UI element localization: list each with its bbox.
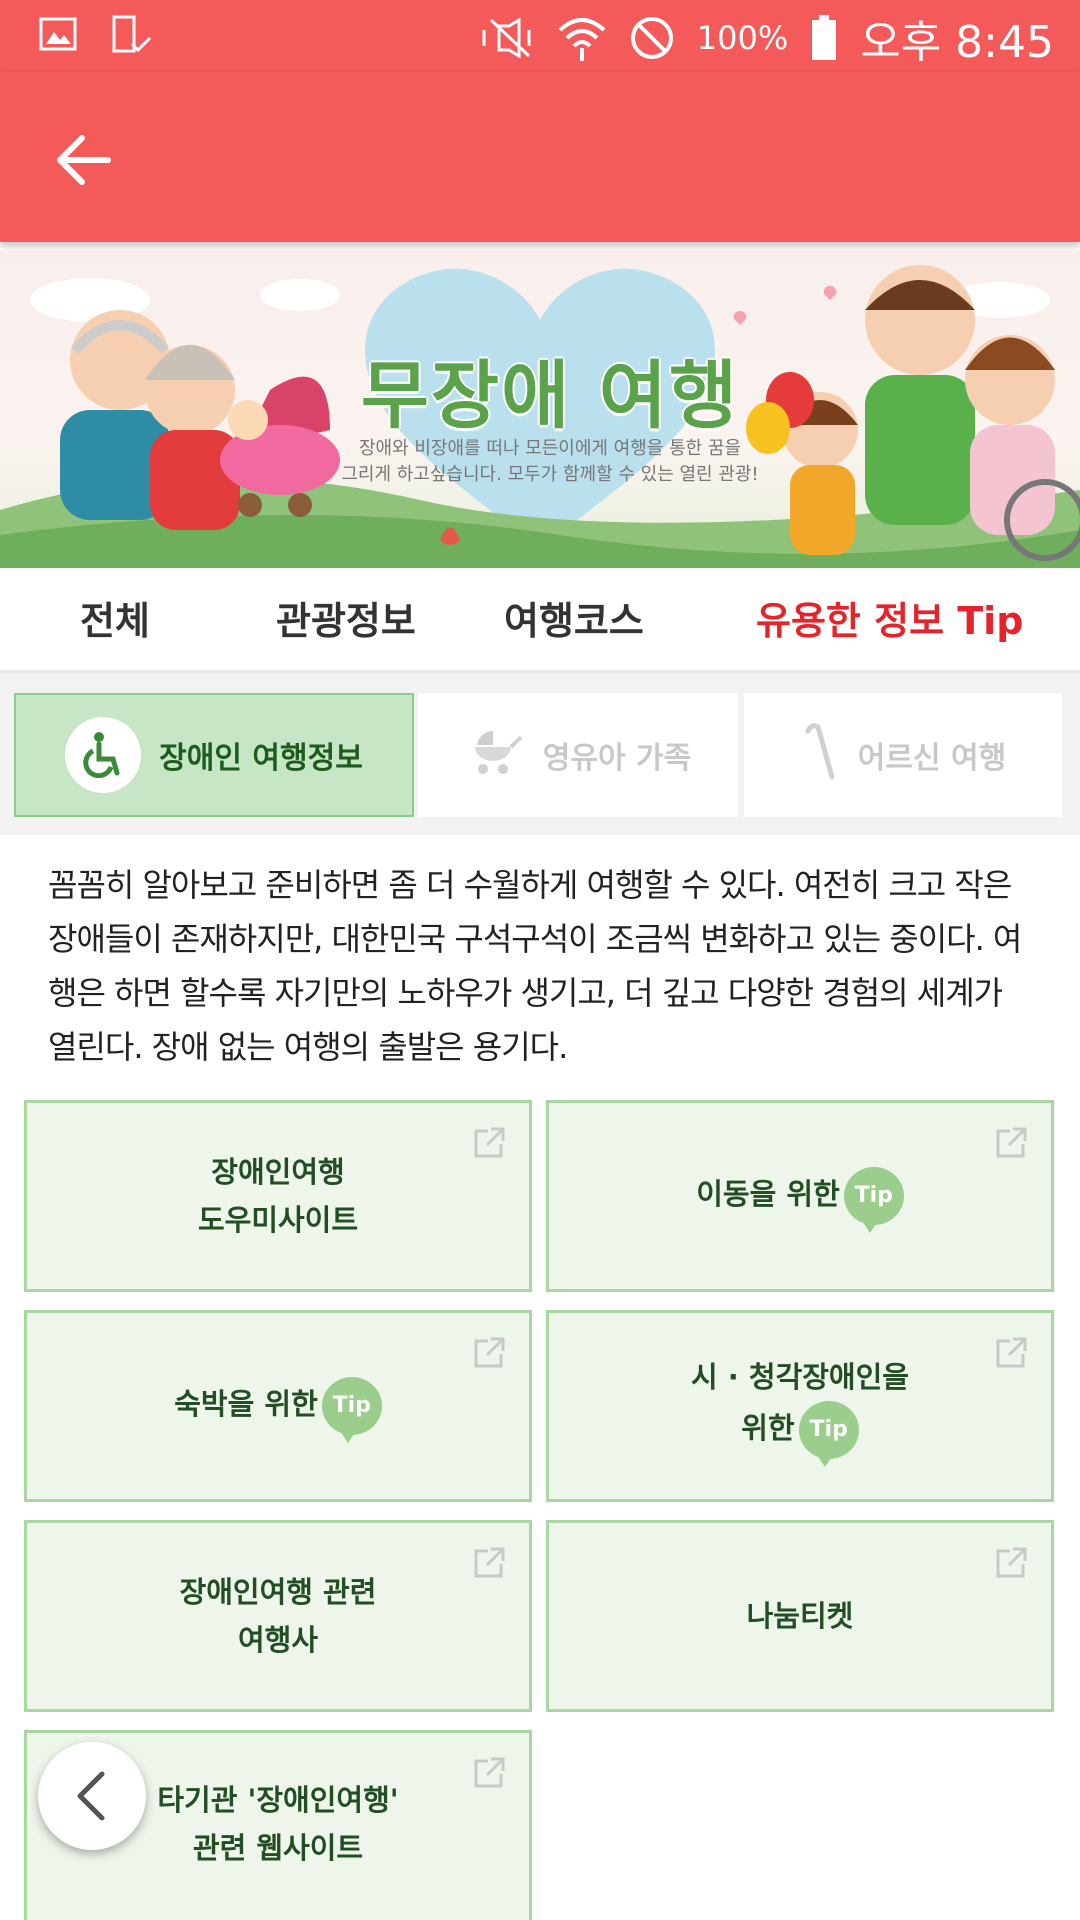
segment-label: 어르신 여행 xyxy=(857,741,1007,776)
clock: 오후 8:45 xyxy=(860,17,1054,68)
back-button[interactable] xyxy=(52,128,116,192)
traveler-type-selector: 장애인 여행정보 영유아 가족 어르신 여행 xyxy=(0,673,1080,835)
card-travel-agency[interactable]: 장애인여행 관련 여행사 xyxy=(24,1520,532,1712)
tip-badge: Tip xyxy=(321,1377,382,1443)
card-sharing-ticket[interactable]: 나눔티켓 xyxy=(546,1520,1054,1712)
banner-title: 무장애 여행 xyxy=(360,353,740,439)
chevron-left-icon xyxy=(77,1771,105,1821)
status-bar: 100% 오후 8:45 xyxy=(0,0,1080,72)
block-icon xyxy=(629,15,675,61)
card-helper-site[interactable]: 장애인여행 도우미사이트 xyxy=(24,1100,532,1292)
arrow-left-icon xyxy=(57,135,111,185)
tab-travel-course[interactable]: 여행코스 xyxy=(504,590,644,645)
segment-label: 영유아 가족 xyxy=(542,741,692,776)
app-bar xyxy=(0,72,1080,242)
card-lodging-tip[interactable]: 숙박을 위한 Tip xyxy=(24,1310,532,1502)
gallery-icon xyxy=(38,14,78,58)
external-link-icon xyxy=(474,1547,505,1578)
external-link-icon xyxy=(996,1127,1027,1158)
banner-subtitle: 장애와 비장애를 떠나 모든이에게 여행을 통한 꿈을 그리게 하고싶습니다. … xyxy=(341,438,759,485)
mute-icon xyxy=(479,16,535,60)
card-transport-tip[interactable]: 이동을 위한 Tip xyxy=(546,1100,1054,1292)
segment-disabled-travel[interactable]: 장애인 여행정보 xyxy=(14,693,414,817)
external-link-icon xyxy=(474,1127,505,1158)
device-check-icon xyxy=(110,14,154,58)
tip-badge: Tip xyxy=(843,1167,904,1233)
segment-infant-family[interactable]: 영유아 가족 xyxy=(418,693,738,817)
floating-back-button[interactable] xyxy=(38,1742,146,1850)
cane-icon xyxy=(800,721,840,789)
external-link-icon xyxy=(996,1547,1027,1578)
tip-badge: Tip xyxy=(798,1401,859,1467)
segment-senior-travel[interactable]: 어르신 여행 xyxy=(744,693,1062,817)
wheelchair-icon xyxy=(65,717,142,793)
external-link-icon xyxy=(996,1337,1027,1368)
tab-useful-tips[interactable]: 유용한 정보 Tip xyxy=(756,590,1023,645)
battery-icon xyxy=(810,15,838,61)
tab-tour-info[interactable]: 관광정보 xyxy=(276,590,416,645)
external-link-icon xyxy=(474,1757,505,1788)
tab-all[interactable]: 전체 xyxy=(80,590,150,645)
card-sensory-tip[interactable]: 시 · 청각장애인을 위한 Tip xyxy=(546,1310,1054,1502)
external-link-icon xyxy=(474,1337,505,1368)
banner: 무장애 여행 장애와 비장애를 떠나 모든이에게 여행을 통한 꿈을 그리게 하… xyxy=(0,250,1080,568)
wifi-icon xyxy=(557,14,607,62)
stroller-icon xyxy=(465,725,525,785)
category-tabs: 전체 관광정보 여행코스 유용한 정보 Tip xyxy=(0,568,1080,673)
battery-percent: 100% xyxy=(696,19,789,57)
segment-label: 장애인 여행정보 xyxy=(159,741,363,776)
intro-text: 꼼꼼히 알아보고 준비하면 좀 더 수월하게 여행할 수 있다. 여전히 크고 … xyxy=(48,866,1022,1066)
